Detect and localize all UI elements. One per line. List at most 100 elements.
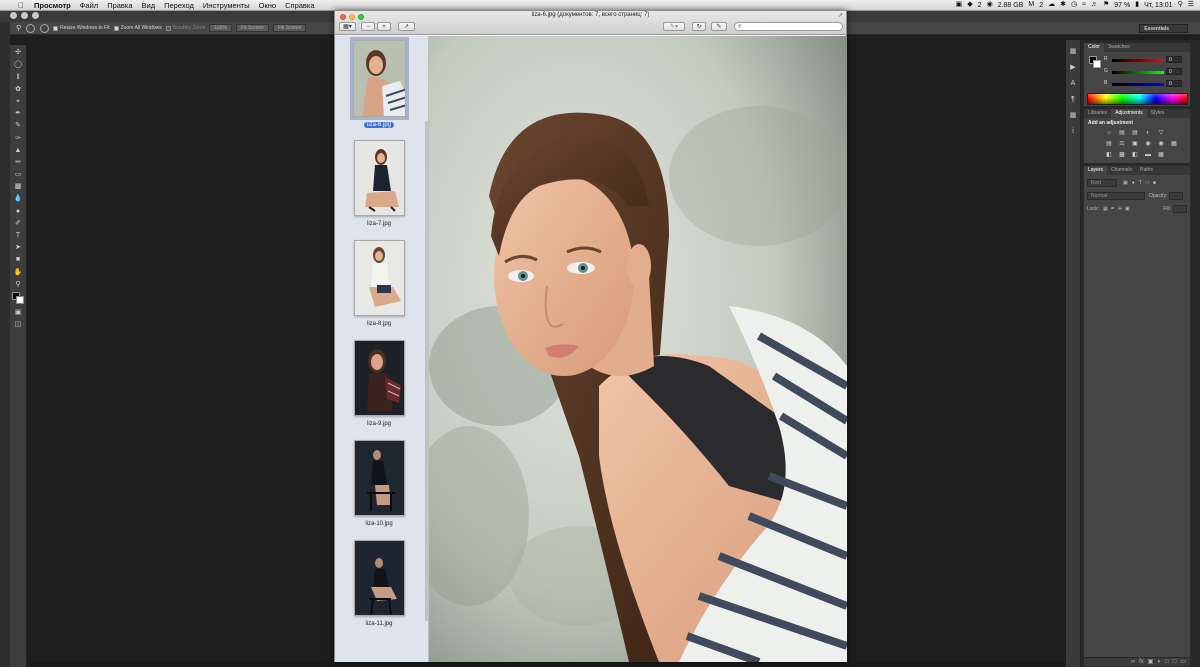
- volume-icon[interactable]: ♬: [1091, 0, 1098, 10]
- g-slider[interactable]: [1112, 71, 1164, 74]
- vibrance-icon[interactable]: ▽: [1156, 129, 1166, 137]
- tab-styles[interactable]: Styles: [1147, 109, 1169, 118]
- zoom-tool-icon[interactable]: ⚲: [14, 280, 23, 289]
- tab-layers[interactable]: Layers: [1084, 166, 1108, 175]
- thumbnail-liza-7[interactable]: liza-7.jpg: [353, 140, 405, 228]
- screen-icon[interactable]: ▣: [956, 0, 963, 10]
- edit-toolbar-button[interactable]: ✎: [711, 22, 727, 31]
- bluetooth-icon[interactable]: ✱: [1060, 0, 1066, 10]
- quick-mask-icon[interactable]: ▣: [14, 308, 23, 317]
- flag-icon[interactable]: ⚑: [1103, 0, 1109, 10]
- menu-edit[interactable]: Правка: [107, 1, 132, 10]
- eraser-tool-icon[interactable]: ▭: [14, 170, 23, 179]
- r-value[interactable]: 0: [1166, 56, 1182, 63]
- balance-icon[interactable]: ⚖: [1117, 140, 1127, 148]
- type-tool-icon[interactable]: T: [14, 231, 23, 240]
- app-menu[interactable]: Просмотр: [34, 1, 71, 10]
- tab-channels[interactable]: Channels: [1107, 166, 1136, 175]
- trash-icon[interactable]: ▭: [1180, 658, 1186, 666]
- filter-icons[interactable]: ▣●T□■: [1123, 180, 1160, 186]
- healing-tool-icon[interactable]: ✎: [14, 121, 23, 130]
- status-badge-2[interactable]: 2: [1039, 2, 1043, 9]
- menu-go[interactable]: Переход: [164, 1, 194, 10]
- workspace-select[interactable]: Essentials: [1139, 24, 1188, 33]
- history-brush-icon[interactable]: ✏: [14, 158, 23, 167]
- stamp-tool-icon[interactable]: ▲: [14, 146, 23, 155]
- scrubby-checkbox[interactable]: [165, 25, 171, 31]
- zoom-dot[interactable]: [32, 12, 39, 19]
- markup-button[interactable]: ✎▾: [663, 22, 685, 31]
- blur-tool-icon[interactable]: 💧: [14, 194, 23, 203]
- tab-color[interactable]: Color: [1084, 43, 1104, 52]
- close-dot[interactable]: [10, 12, 17, 19]
- quick-select-tool-icon[interactable]: ✿: [14, 85, 23, 94]
- g-value[interactable]: 0: [1166, 68, 1182, 75]
- clock-icon[interactable]: ◷: [1071, 0, 1077, 10]
- mask-icon[interactable]: ▣: [1148, 658, 1154, 666]
- paragraph-icon[interactable]: A: [1069, 80, 1078, 88]
- tab-paths[interactable]: Paths: [1136, 166, 1157, 175]
- link-icon[interactable]: ∞: [1131, 658, 1135, 666]
- sidebar-view-button[interactable]: ▦▾: [339, 22, 356, 31]
- shape-tool-icon[interactable]: ■: [14, 255, 23, 264]
- background-color[interactable]: [15, 295, 24, 304]
- threshold-icon[interactable]: ◧: [1130, 151, 1140, 159]
- zoom-tool-icon[interactable]: ⚲: [16, 24, 21, 32]
- new-layer-icon[interactable]: □: [1173, 658, 1177, 666]
- battery-percent[interactable]: 97 %: [1114, 2, 1130, 9]
- zoom-in-icon[interactable]: [26, 23, 36, 33]
- levels-icon[interactable]: ▤: [1117, 129, 1127, 137]
- rotate-button[interactable]: ↻: [692, 22, 706, 31]
- properties-icon[interactable]: ▦: [1069, 112, 1078, 120]
- bg-chip[interactable]: [1093, 60, 1101, 68]
- zoom-out-button[interactable]: −: [361, 22, 375, 31]
- r-slider[interactable]: [1112, 59, 1164, 62]
- blend-mode-select[interactable]: Normal: [1087, 191, 1145, 200]
- menu-tools[interactable]: Инструменты: [203, 1, 250, 10]
- info-icon[interactable]: i: [1069, 128, 1078, 136]
- zoom-out-icon[interactable]: [40, 23, 50, 33]
- bw-icon[interactable]: ▣: [1130, 140, 1140, 148]
- character-icon[interactable]: ¶: [1069, 96, 1078, 104]
- tab-libraries[interactable]: Libraries: [1084, 109, 1111, 118]
- zoom-all-checkbox[interactable]: [113, 25, 119, 31]
- gradient-tool-icon[interactable]: ▩: [14, 182, 23, 191]
- marquee-tool-icon[interactable]: ◯: [14, 60, 23, 69]
- photo-filter-icon[interactable]: ◉: [1143, 140, 1153, 148]
- clock[interactable]: Чт, 13:01: [1144, 2, 1173, 9]
- opacity-input[interactable]: [1169, 191, 1184, 200]
- screen-mode-icon[interactable]: ◫: [14, 320, 23, 329]
- search-field[interactable]: ⚲: [734, 22, 843, 31]
- brush-tool-icon[interactable]: ✑: [14, 134, 23, 143]
- mail-icon[interactable]: M: [1028, 0, 1034, 10]
- mixer-icon[interactable]: ◉: [1156, 140, 1166, 148]
- fit-screen-button[interactable]: Fit Screen: [236, 24, 269, 32]
- apple-menu-icon[interactable]: : [16, 1, 26, 10]
- invert-icon[interactable]: ◧: [1104, 151, 1114, 159]
- color-spectrum[interactable]: [1087, 93, 1188, 105]
- dropbox-icon[interactable]: ◆: [967, 0, 972, 10]
- eyedropper-tool-icon[interactable]: ✒: [14, 109, 23, 118]
- disk-free[interactable]: 2.88 GB: [998, 2, 1024, 9]
- posterize-icon[interactable]: ▩: [1117, 151, 1127, 159]
- brightness-icon[interactable]: ☼: [1104, 129, 1114, 137]
- cloud-icon[interactable]: ☁: [1048, 0, 1055, 10]
- group-icon[interactable]: □: [1165, 658, 1169, 666]
- move-tool-icon[interactable]: ✣: [14, 48, 23, 57]
- thumbnail-liza-11[interactable]: liza-11.jpg: [353, 540, 405, 628]
- history-icon[interactable]: ▦: [1069, 48, 1078, 56]
- thumbnail-liza-10[interactable]: liza-10.jpg: [353, 440, 405, 528]
- b-slider[interactable]: [1112, 83, 1164, 86]
- fill-input[interactable]: [1173, 204, 1187, 213]
- spotlight-icon[interactable]: ⚲: [1178, 0, 1183, 10]
- adjustment-layer-icon[interactable]: ◐: [1157, 658, 1161, 666]
- tab-adjustments[interactable]: Adjustments: [1111, 109, 1147, 118]
- hand-tool-icon[interactable]: ✋: [14, 268, 23, 277]
- exposure-icon[interactable]: ◐: [1143, 129, 1153, 137]
- fx-icon[interactable]: fx: [1139, 658, 1144, 666]
- resize-windows-checkbox[interactable]: [53, 25, 59, 31]
- menu-window[interactable]: Окно: [259, 1, 276, 10]
- lock-icons[interactable]: ▦✒✣▣: [1103, 206, 1133, 212]
- actions-icon[interactable]: ▶: [1069, 64, 1078, 72]
- kind-filter[interactable]: Kind: [1087, 178, 1117, 187]
